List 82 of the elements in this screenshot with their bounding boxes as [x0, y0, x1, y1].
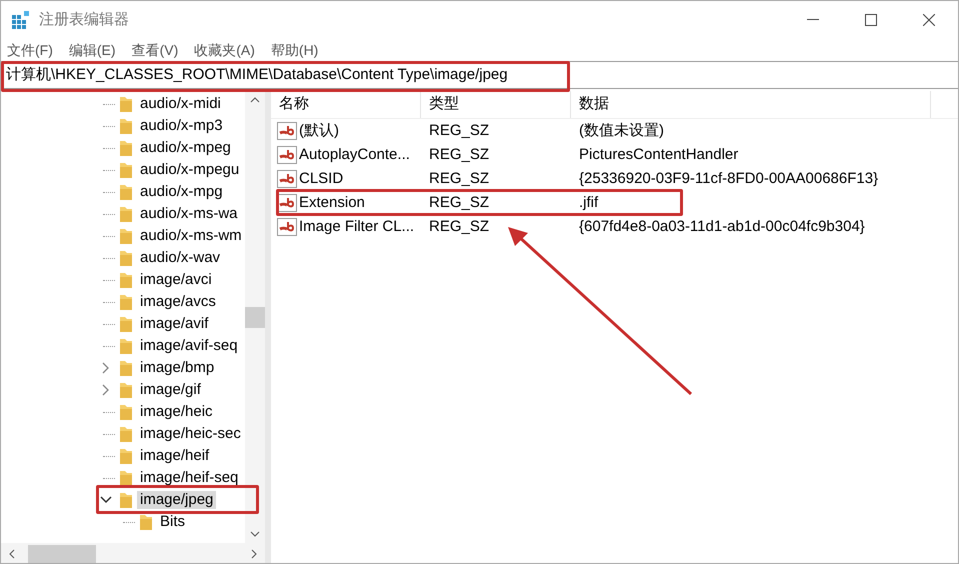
tree-item[interactable]: audio/x-wav	[137, 249, 224, 267]
folder-icon	[119, 469, 133, 487]
tree-item[interactable]: Bits	[157, 513, 188, 531]
scroll-down-icon[interactable]	[250, 531, 260, 537]
tree-item[interactable]: audio/x-mp3	[137, 117, 226, 135]
scroll-thumb[interactable]	[28, 545, 96, 563]
scroll-right-icon[interactable]	[251, 549, 257, 559]
menu-item[interactable]: 帮助(H)	[270, 40, 318, 60]
folder-icon	[119, 205, 133, 223]
value-type: REG_SZ	[428, 123, 490, 139]
menu-item[interactable]: 收藏夹(A)	[194, 40, 255, 60]
folder-icon	[119, 271, 133, 289]
tree-item[interactable]: image/bmp	[137, 359, 218, 377]
column-header[interactable]: 名称	[271, 91, 421, 118]
value-data: {25336920-03F9-11cf-8FD0-00AA00686F13}	[578, 171, 878, 187]
value-type: REG_SZ	[428, 147, 490, 163]
tree-item[interactable]: image/jpeg	[137, 491, 216, 509]
value-name[interactable]: (默认)	[299, 123, 339, 139]
folder-icon	[119, 359, 133, 377]
value-name[interactable]: CLSID	[299, 171, 344, 187]
tree-item[interactable]: image/avci	[137, 271, 215, 289]
tree-item[interactable]: audio/x-mpg	[137, 183, 226, 201]
menu-item[interactable]: 编辑(E)	[68, 40, 116, 60]
registry-app-icon	[11, 10, 31, 30]
value-data: .jfif	[578, 195, 598, 211]
folder-icon	[119, 447, 133, 465]
tree-item[interactable]: audio/x-mpegu	[137, 161, 242, 179]
tree-item[interactable]: audio/x-mpeg	[137, 139, 234, 157]
folder-icon	[119, 227, 133, 245]
tree-item[interactable]: audio/x-midi	[137, 95, 224, 113]
minimize-icon	[807, 19, 819, 21]
window-title: 注册表编辑器	[39, 10, 129, 30]
tree-item[interactable]: image/heif	[137, 447, 212, 465]
value-type: REG_SZ	[428, 219, 490, 235]
value-data: PicturesContentHandler	[578, 147, 738, 163]
vertical-scrollbar[interactable]	[245, 91, 265, 543]
scroll-left-icon[interactable]	[9, 549, 15, 559]
folder-icon	[119, 183, 133, 201]
column-header[interactable]: 数据	[571, 91, 931, 118]
scroll-up-icon[interactable]	[250, 97, 260, 103]
folder-icon	[119, 403, 133, 421]
value-type: REG_SZ	[428, 195, 490, 211]
menu-item[interactable]: 查看(V)	[132, 40, 178, 60]
tree-item[interactable]: audio/x-ms-wa	[137, 205, 241, 223]
horizontal-scrollbar[interactable]	[1, 543, 265, 563]
value-name[interactable]: AutoplayConte...	[299, 147, 410, 163]
tree-item[interactable]: image/gif	[137, 381, 204, 399]
folder-icon	[119, 491, 133, 509]
folder-icon	[119, 139, 133, 157]
folder-icon	[119, 95, 133, 113]
folder-icon	[119, 161, 133, 179]
string-value-icon	[277, 146, 297, 164]
tree-item[interactable]: image/avif-seq	[137, 337, 241, 355]
value-name[interactable]: Image Filter CL...	[299, 219, 414, 235]
close-icon	[923, 14, 935, 26]
tree-item[interactable]: image/heic-sec	[137, 425, 244, 443]
value-name[interactable]: Extension	[299, 195, 365, 211]
maximize-icon	[865, 14, 877, 26]
string-value-icon	[277, 170, 297, 188]
folder-icon	[119, 293, 133, 311]
folder-icon	[119, 381, 133, 399]
folder-icon	[119, 315, 133, 333]
folder-icon	[119, 117, 133, 135]
tree-item[interactable]: image/avif	[137, 315, 212, 333]
menu-item[interactable]: 文件(F)	[7, 40, 53, 60]
folder-icon	[119, 249, 133, 267]
value-type: REG_SZ	[428, 171, 490, 187]
folder-icon	[119, 337, 133, 355]
scroll-thumb[interactable]	[245, 307, 265, 328]
value-data: {607fd4e8-0a03-11d1-ab1d-00c04fc9b304}	[578, 219, 865, 235]
tree-item[interactable]: image/heif-seq	[137, 469, 242, 487]
address-bar[interactable]: 计算机\HKEY_CLASSES_ROOT\MIME\Database\Content Type\image/jpeg	[1, 61, 958, 89]
value-data: (数值未设置)	[578, 123, 664, 139]
string-value-icon	[277, 194, 297, 212]
tree-item[interactable]: image/avcs	[137, 293, 219, 311]
folder-icon	[139, 513, 153, 531]
tree-item[interactable]: audio/x-ms-wm	[137, 227, 245, 245]
string-value-icon	[277, 218, 297, 236]
string-value-icon	[277, 122, 297, 140]
column-header[interactable]: 类型	[421, 91, 571, 118]
folder-icon	[119, 425, 133, 443]
tree-item[interactable]: image/heic	[137, 403, 216, 421]
